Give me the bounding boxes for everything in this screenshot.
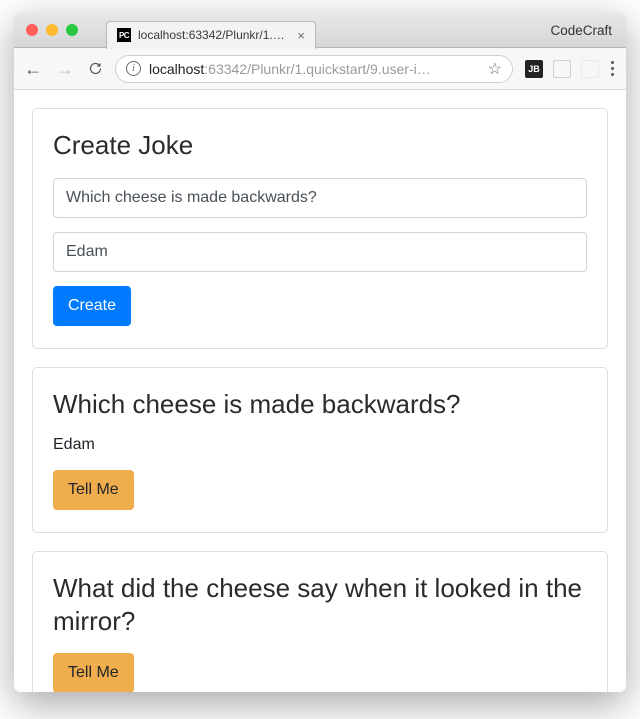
tell-me-button[interactable]: Tell Me	[53, 653, 134, 692]
joke-setup: What did the cheese say when it looked i…	[53, 572, 587, 637]
joke-card: What did the cheese say when it looked i…	[32, 551, 608, 692]
joke-punchline: Edam	[53, 436, 587, 454]
setup-input[interactable]	[53, 178, 587, 218]
browser-tab[interactable]: PC localhost:63342/Plunkr/1.quic ×	[106, 21, 316, 49]
minimize-window-button[interactable]	[46, 24, 58, 36]
address-bar[interactable]: i localhost:63342/Plunkr/1.quickstart/9.…	[115, 55, 513, 83]
url-text: localhost:63342/Plunkr/1.quickstart/9.us…	[149, 61, 480, 77]
bookmark-star-icon[interactable]: ☆	[488, 59, 502, 79]
joke-card: Which cheese is made backwards? Edam Tell …	[32, 367, 608, 534]
jetbrains-extension-icon[interactable]: JB	[525, 60, 543, 78]
page-content: Create Joke Create Which cheese is made …	[14, 90, 626, 692]
create-joke-heading: Create Joke	[53, 129, 587, 162]
browser-toolbar: ← → i localhost:63342/Plunkr/1.quickstar…	[14, 48, 626, 90]
browser-window: PC localhost:63342/Plunkr/1.quic × CodeC…	[14, 12, 626, 692]
tell-me-button[interactable]: Tell Me	[53, 470, 134, 510]
extension-icons: JB	[525, 60, 616, 78]
brand-label: CodeCraft	[550, 12, 612, 48]
back-button[interactable]: ←	[24, 60, 42, 78]
extension-placeholder-icon[interactable]	[553, 60, 571, 78]
forward-button[interactable]: →	[56, 60, 74, 78]
create-button[interactable]: Create	[53, 286, 131, 326]
punchline-input[interactable]	[53, 232, 587, 272]
window-controls	[14, 24, 78, 36]
nav-buttons: ← →	[24, 60, 103, 78]
create-joke-card: Create Joke Create	[32, 108, 608, 349]
pycharm-favicon-icon: PC	[117, 28, 131, 42]
tab-title: localhost:63342/Plunkr/1.quic	[138, 28, 290, 42]
reload-icon[interactable]	[88, 61, 103, 76]
joke-setup: Which cheese is made backwards?	[53, 388, 587, 421]
close-tab-icon[interactable]: ×	[297, 29, 305, 42]
browser-menu-icon[interactable]	[609, 61, 616, 76]
site-info-icon[interactable]: i	[126, 61, 141, 76]
titlebar: PC localhost:63342/Plunkr/1.quic × CodeC…	[14, 12, 626, 48]
close-window-button[interactable]	[26, 24, 38, 36]
extension-disabled-icon[interactable]	[581, 60, 599, 78]
maximize-window-button[interactable]	[66, 24, 78, 36]
